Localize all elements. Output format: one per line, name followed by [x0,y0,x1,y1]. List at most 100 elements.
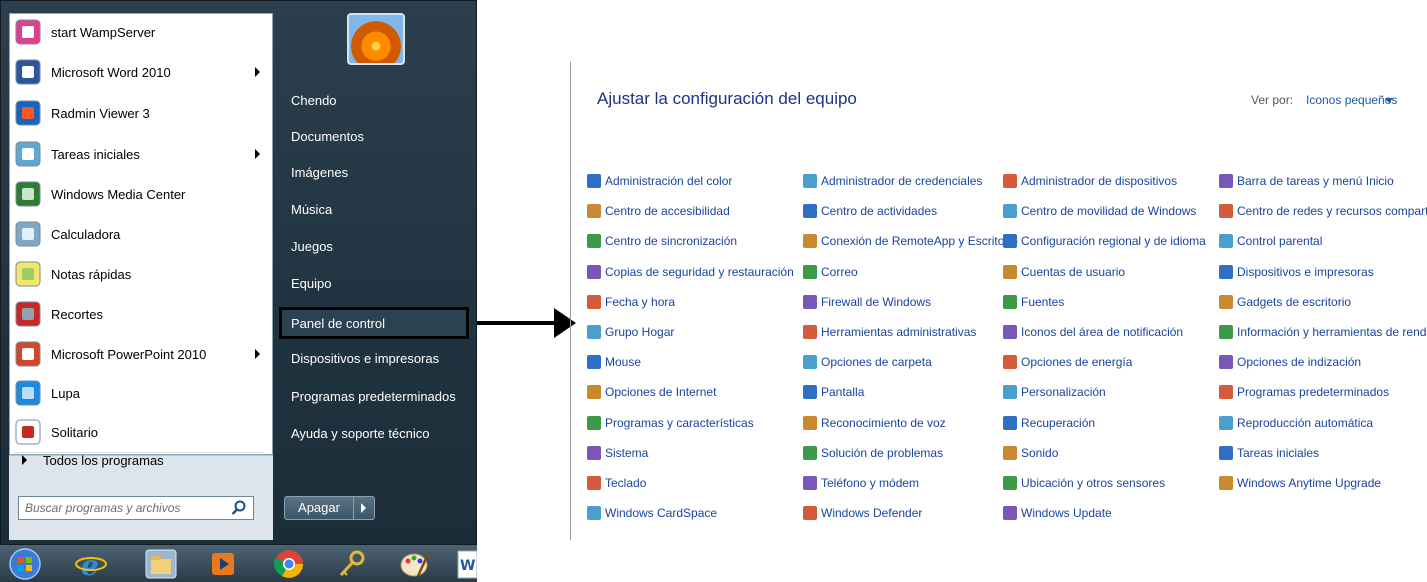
control-panel-item[interactable]: Tareas iniciales [1219,444,1319,462]
control-panel-item[interactable]: Centro de actividades [803,202,937,220]
user-picture[interactable] [347,13,405,65]
paint-icon[interactable] [398,548,432,580]
callout-arrow-line [477,321,562,325]
submenu-arrow-icon[interactable] [255,67,260,77]
file-explorer-icon[interactable] [144,548,178,580]
program-item[interactable]: Microsoft Word 2010 [8,54,270,90]
control-panel-item[interactable]: Correo [803,263,858,281]
program-item[interactable]: Solitario [8,414,270,450]
start-menu-link[interactable]: Ayuda y soporte técnico [279,417,469,449]
control-panel-item[interactable]: Teclado [587,474,646,492]
control-panel-item[interactable]: Windows Anytime Upgrade [1219,474,1381,492]
control-panel-item[interactable]: Teléfono y módem [803,474,919,492]
start-menu-link[interactable]: Equipo [279,267,469,299]
control-panel-item[interactable]: Fuentes [1003,293,1064,311]
program-item[interactable]: Radmin Viewer 3 [8,95,270,131]
control-panel-item[interactable]: Recuperación [1003,414,1095,432]
control-panel-item[interactable]: Copias de seguridad y restauración [587,263,794,281]
calculator-icon [14,220,42,248]
start-menu-link[interactable]: Documentos [279,120,469,152]
control-panel-item[interactable]: Configuración regional y de idioma [1003,232,1206,250]
program-item[interactable]: Lupa [8,375,270,411]
start-menu-link[interactable]: Programas predeterminados [279,380,469,412]
chevron-down-icon[interactable] [1385,98,1393,103]
control-panel-item-icon [1219,174,1233,188]
control-panel-item[interactable]: Solución de problemas [803,444,943,462]
control-panel-item-label: Grupo Hogar [605,325,675,339]
program-item[interactable]: start WampServer [8,14,270,50]
search-input[interactable]: Buscar programas y archivos [18,496,254,520]
shutdown-button[interactable]: Apagar [284,496,354,520]
control-panel-item[interactable]: Sonido [1003,444,1058,462]
submenu-arrow-icon[interactable] [255,349,260,359]
control-panel-item[interactable]: Información y herramientas de rendi... [1219,323,1427,341]
control-panel-item[interactable]: Centro de movilidad de Windows [1003,202,1196,220]
control-panel-item[interactable]: Administrador de credenciales [803,172,982,190]
control-panel-item[interactable]: Conexión de RemoteApp y Escritorio [803,232,1018,250]
control-panel-item[interactable]: Reproducción automática [1219,414,1373,432]
search-icon[interactable] [230,499,248,517]
control-panel-item[interactable]: Windows Update [1003,504,1112,522]
control-panel-item[interactable]: Gadgets de escritorio [1219,293,1351,311]
word-icon[interactable]: W [456,548,477,580]
all-programs-button[interactable]: Todos los programas [8,449,270,471]
submenu-arrow-icon[interactable] [255,149,260,159]
control-panel-item[interactable]: Ubicación y otros sensores [1003,474,1165,492]
program-label: Microsoft Word 2010 [51,64,171,80]
control-panel-item[interactable]: Centro de redes y recursos comparti... [1219,202,1427,220]
start-orb-icon[interactable] [8,548,42,580]
control-panel-item[interactable]: Windows Defender [803,504,922,522]
control-panel-item[interactable]: Grupo Hogar [587,323,674,341]
control-panel-item[interactable]: Centro de sincronización [587,232,737,250]
control-panel-item[interactable]: Administración del color [587,172,732,190]
control-panel-item[interactable]: Barra de tareas y menú Inicio [1219,172,1394,190]
program-item[interactable]: Tareas iniciales [8,136,270,172]
internet-explorer-icon[interactable]: e [74,548,108,580]
control-panel-item[interactable]: Dispositivos e impresoras [1219,263,1374,281]
control-panel-item[interactable]: Control parental [1219,232,1322,250]
view-by-dropdown[interactable]: Iconos pequeños [1306,93,1397,107]
shutdown-options-button[interactable] [353,496,375,520]
control-panel-item[interactable]: Iconos del área de notificación [1003,323,1183,341]
start-menu-link[interactable]: Dispositivos e impresoras [279,342,469,374]
control-panel-item[interactable]: Opciones de carpeta [803,353,932,371]
control-panel-item[interactable]: Sistema [587,444,648,462]
control-panel-item-icon [1003,264,1017,279]
control-panel-item[interactable]: Windows CardSpace [587,504,717,522]
start-menu-link[interactable]: Panel de control [279,307,469,339]
start-menu-link[interactable]: Chendo [279,84,469,116]
program-item[interactable]: Calculadora [8,216,270,252]
control-panel-item[interactable]: Opciones de energía [1003,353,1132,371]
control-panel-item[interactable]: Pantalla [803,383,864,401]
control-panel-item-icon [803,174,817,188]
control-panel-item[interactable]: Fecha y hora [587,293,675,311]
control-panel-item-icon [1219,476,1233,490]
control-panel-item-label: Opciones de indización [1237,355,1362,370]
control-panel-item[interactable]: Programas y características [587,414,754,432]
control-panel-item[interactable]: Reconocimiento de voz [803,414,946,432]
control-panel-item[interactable]: Centro de accesibilidad [587,202,730,220]
key-icon[interactable] [335,548,369,580]
start-menu-link[interactable]: Imágenes [279,156,469,188]
control-panel-item[interactable]: Administrador de dispositivos [1003,172,1177,190]
control-panel-item[interactable]: Opciones de indización [1219,353,1361,371]
control-panel-item-icon [803,506,817,521]
control-panel-item[interactable]: Mouse [587,353,641,371]
page-title: Ajustar la configuración del equipo [597,89,857,108]
start-menu-link[interactable]: Música [279,193,469,225]
control-panel-item[interactable]: Personalización [1003,383,1106,401]
all-programs-label: Todos los programas [43,452,164,468]
program-item[interactable]: Notas rápidas [8,256,270,292]
control-panel-item[interactable]: Cuentas de usuario [1003,263,1125,281]
control-panel-item[interactable]: Herramientas administrativas [803,323,976,341]
chrome-icon[interactable] [272,548,306,580]
program-item[interactable]: Windows Media Center [8,176,270,212]
media-player-icon[interactable] [207,548,241,580]
svg-text:W: W [460,558,475,574]
program-item[interactable]: Microsoft PowerPoint 2010 [8,336,270,372]
program-item[interactable]: Recortes [8,296,270,332]
control-panel-item[interactable]: Opciones de Internet [587,383,716,401]
control-panel-item[interactable]: Firewall de Windows [803,293,931,311]
control-panel-item[interactable]: Programas predeterminados [1219,383,1389,401]
start-menu-link[interactable]: Juegos [279,230,469,262]
